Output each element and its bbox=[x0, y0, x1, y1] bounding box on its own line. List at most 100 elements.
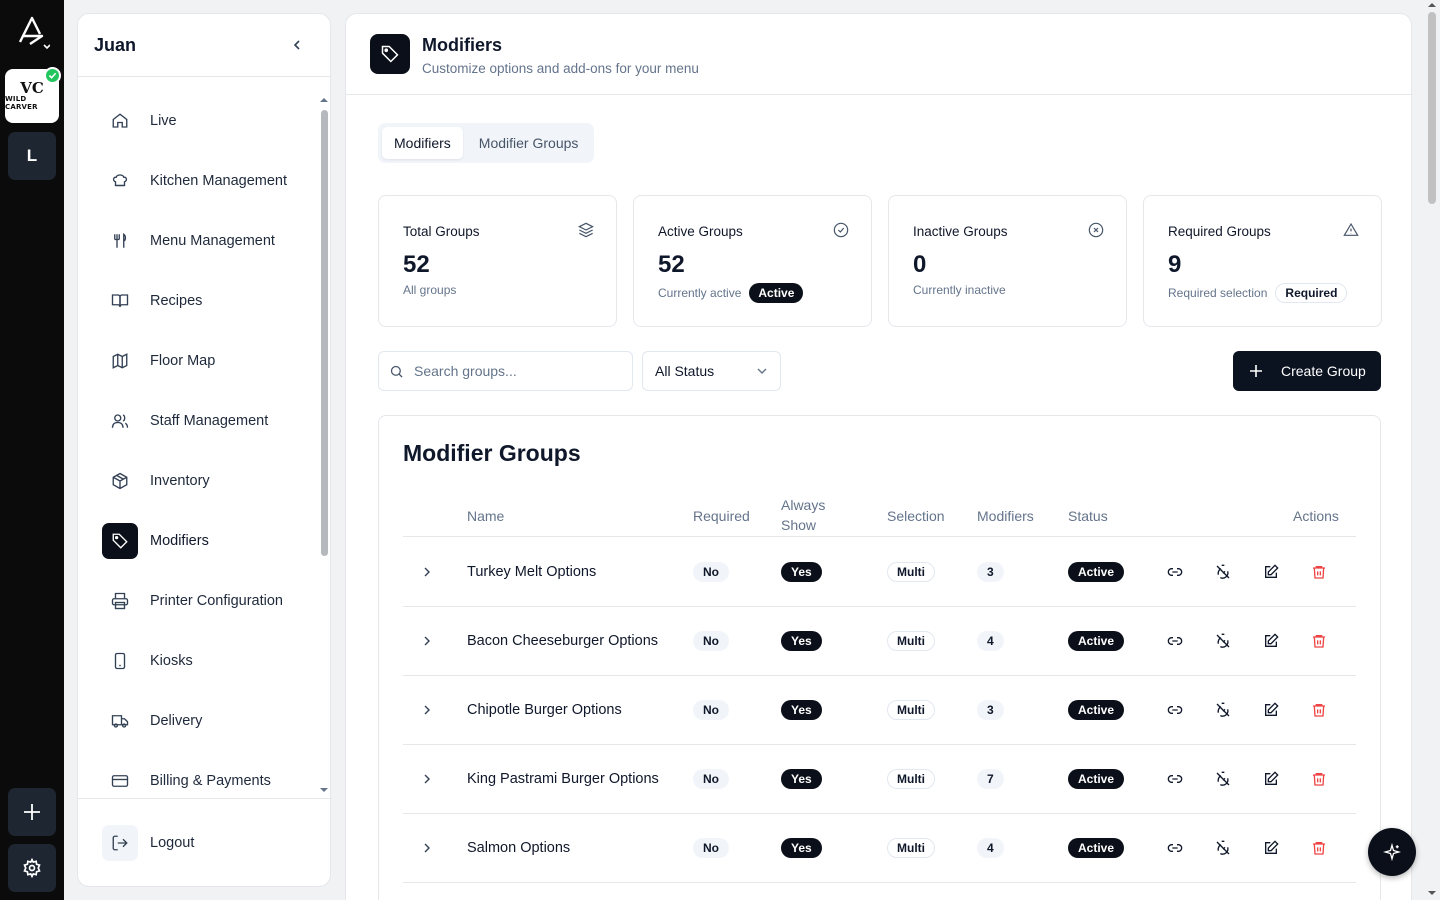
col-header-required[interactable]: Required bbox=[693, 508, 750, 524]
page-scroll-thumb[interactable] bbox=[1428, 12, 1436, 204]
timer-off-icon[interactable] bbox=[1215, 840, 1231, 856]
edit-icon[interactable] bbox=[1263, 840, 1279, 856]
sidebar-footer: Logout bbox=[78, 798, 332, 888]
col-header-name[interactable]: Name bbox=[467, 508, 504, 524]
sidebar-item-delivery[interactable]: Delivery bbox=[102, 703, 302, 739]
link-icon[interactable] bbox=[1167, 633, 1183, 649]
chevron-right-icon[interactable] bbox=[422, 635, 432, 647]
trash-icon[interactable] bbox=[1311, 633, 1327, 649]
add-button[interactable] bbox=[8, 788, 56, 836]
edit-icon[interactable] bbox=[1263, 702, 1279, 718]
settings-button[interactable] bbox=[8, 844, 56, 892]
link-icon[interactable] bbox=[1167, 702, 1183, 718]
sparkles-icon bbox=[1383, 843, 1401, 861]
sidebar-item-recipes[interactable]: Recipes bbox=[102, 283, 302, 319]
stat-title: Inactive Groups bbox=[913, 224, 1008, 239]
sidebar-item-label: Delivery bbox=[150, 713, 203, 729]
sidebar-scrollbar[interactable] bbox=[319, 96, 329, 806]
modifiers-count-badge: 3 bbox=[977, 562, 1004, 582]
timer-off-icon[interactable] bbox=[1215, 564, 1231, 580]
link-icon[interactable] bbox=[1167, 564, 1183, 580]
timer-off-icon[interactable] bbox=[1215, 633, 1231, 649]
sidebar-item-label: Billing & Payments bbox=[150, 773, 271, 789]
edit-icon[interactable] bbox=[1263, 633, 1279, 649]
stat-desc: Currently active Active bbox=[658, 283, 804, 303]
scroll-down-icon[interactable] bbox=[319, 786, 329, 794]
logout-label: Logout bbox=[150, 835, 195, 851]
scroll-up-icon[interactable] bbox=[1424, 0, 1440, 10]
sidebar-scroll-thumb[interactable] bbox=[321, 110, 328, 556]
col-header-selection[interactable]: Selection bbox=[887, 508, 945, 524]
workspace-initial: L bbox=[26, 146, 38, 165]
stat-card-required-groups: Required Groups 9 Required selection Requ… bbox=[1143, 195, 1382, 327]
scroll-up-icon[interactable] bbox=[319, 96, 329, 104]
stat-value: 52 bbox=[403, 251, 430, 278]
create-group-button[interactable]: Create Group bbox=[1233, 351, 1381, 391]
search-icon bbox=[390, 365, 403, 378]
stat-desc-text: Currently active bbox=[658, 286, 742, 300]
table-row[interactable]: Bacon Cheeseburger Options No Yes Multi 4 Act… bbox=[403, 607, 1356, 676]
sidebar-item-kiosks[interactable]: Kiosks bbox=[102, 643, 302, 679]
printer-icon bbox=[102, 583, 138, 619]
chevron-right-icon[interactable] bbox=[422, 566, 432, 578]
group-name: King Pastrami Burger Options bbox=[467, 771, 659, 787]
user-name: Juan bbox=[94, 34, 137, 55]
status-badge: Active bbox=[1068, 838, 1125, 858]
status-filter-select[interactable]: All Status bbox=[642, 351, 781, 391]
tab-modifiers[interactable]: Modifiers bbox=[382, 127, 463, 159]
edit-icon[interactable] bbox=[1263, 771, 1279, 787]
required-badge: No bbox=[693, 700, 729, 720]
stat-desc: All groups bbox=[403, 283, 456, 297]
sidebar-item-floor-map[interactable]: Floor Map bbox=[102, 343, 302, 379]
assistant-button[interactable] bbox=[1368, 828, 1416, 876]
stat-card-active-groups: Active Groups 52 Currently active Active bbox=[633, 195, 872, 327]
stat-title: Required Groups bbox=[1168, 224, 1271, 239]
edit-icon[interactable] bbox=[1263, 564, 1279, 580]
group-name: Turkey Melt Options bbox=[467, 564, 597, 580]
col-header-status[interactable]: Status bbox=[1068, 508, 1108, 524]
sidebar-item-live[interactable]: Live bbox=[102, 103, 302, 139]
chevron-right-icon[interactable] bbox=[422, 773, 432, 785]
sidebar-item-billing-payments[interactable]: Billing & Payments bbox=[102, 763, 302, 799]
col-header-modifiers[interactable]: Modifiers bbox=[977, 508, 1034, 524]
alert-triangle-icon bbox=[1343, 222, 1359, 243]
table-row[interactable]: King Pastrami Burger Options No Yes Multi 7 A… bbox=[403, 745, 1356, 814]
sidebar-item-staff-management[interactable]: Staff Management bbox=[102, 403, 302, 439]
table-row[interactable]: Chipotle Burger Options No Yes Multi 3 Active bbox=[403, 676, 1356, 745]
selection-badge: Multi bbox=[887, 769, 935, 789]
sidebar-item-label: Menu Management bbox=[150, 233, 275, 249]
required-badge: No bbox=[693, 562, 729, 582]
trash-icon[interactable] bbox=[1311, 564, 1327, 580]
col-header-always-show[interactable]: Always bbox=[781, 497, 825, 513]
stat-desc-text: Required selection bbox=[1168, 286, 1268, 300]
trash-icon[interactable] bbox=[1311, 840, 1327, 856]
workspace-switcher[interactable]: L bbox=[8, 132, 56, 180]
status-badge: Active bbox=[1068, 769, 1125, 789]
search-input[interactable]: Search groups... bbox=[378, 351, 633, 391]
sidebar-item-modifiers[interactable]: Modifiers bbox=[102, 523, 302, 559]
sidebar-item-printer-configuration[interactable]: Printer Configuration bbox=[102, 583, 302, 619]
page-title: Modifiers bbox=[422, 35, 503, 55]
trash-icon[interactable] bbox=[1311, 771, 1327, 787]
table-row[interactable]: Turkey Melt Options No Yes Multi 3 Active bbox=[403, 538, 1356, 607]
timer-off-icon[interactable] bbox=[1215, 702, 1231, 718]
sidebar-item-menu-management[interactable]: Menu Management bbox=[102, 223, 302, 259]
timer-off-icon[interactable] bbox=[1215, 771, 1231, 787]
sidebar-item-label: Printer Configuration bbox=[150, 593, 283, 609]
collapse-chevron-icon[interactable] bbox=[290, 38, 304, 52]
link-icon[interactable] bbox=[1167, 840, 1183, 856]
page-scrollbar[interactable] bbox=[1424, 0, 1440, 900]
tab-modifier-groups[interactable]: Modifier Groups bbox=[467, 127, 591, 159]
scroll-down-icon[interactable] bbox=[1424, 888, 1440, 898]
table-row[interactable]: Salmon Options No Yes Multi 4 Active bbox=[403, 814, 1356, 883]
brand-logo-icon[interactable] bbox=[16, 14, 51, 54]
trash-icon[interactable] bbox=[1311, 702, 1327, 718]
logout-button[interactable]: Logout bbox=[102, 825, 194, 861]
sidebar-item-inventory[interactable]: Inventory bbox=[102, 463, 302, 499]
chevron-right-icon[interactable] bbox=[422, 842, 432, 854]
plus-icon bbox=[24, 804, 40, 820]
chevron-right-icon[interactable] bbox=[422, 704, 432, 716]
link-icon[interactable] bbox=[1167, 771, 1183, 787]
sidebar-item-kitchen-management[interactable]: Kitchen Management bbox=[102, 163, 302, 199]
group-name: Chipotle Burger Options bbox=[467, 702, 622, 718]
